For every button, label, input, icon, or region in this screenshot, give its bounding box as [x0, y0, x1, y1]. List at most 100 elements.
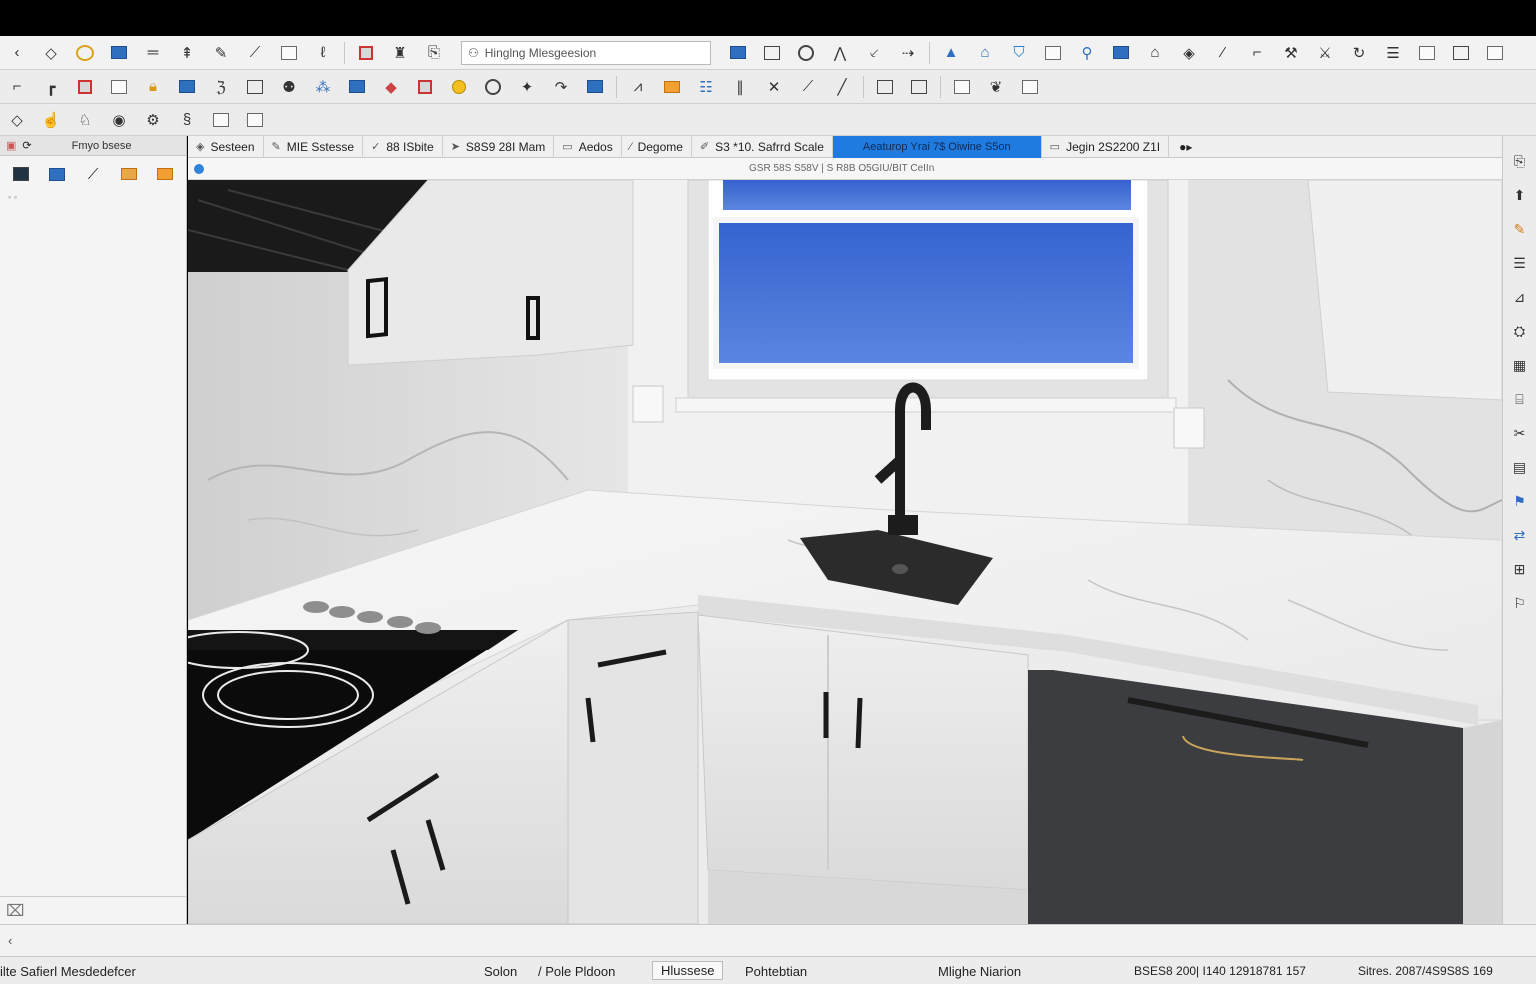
home-icon[interactable]: ⌂	[970, 40, 1000, 66]
status-solon[interactable]: Solon	[484, 964, 517, 979]
tab-8[interactable]: ▭ Jegin 2S2200 Z1I	[1042, 135, 1170, 158]
user-icon[interactable]: ⚑	[1508, 490, 1532, 512]
tag-icon[interactable]: ◆	[376, 74, 406, 100]
panel-icon[interactable]	[1480, 40, 1510, 66]
sun-icon[interactable]	[444, 74, 474, 100]
stop-icon[interactable]	[410, 74, 440, 100]
slope-icon[interactable]: ╱	[827, 74, 857, 100]
wand-icon[interactable]: ⟋	[80, 164, 106, 184]
house-outline-icon[interactable]: ⌂	[1140, 40, 1170, 66]
picture-icon[interactable]	[104, 74, 134, 100]
puzzle-icon[interactable]: ✦	[512, 74, 542, 100]
calculator-icon[interactable]	[1038, 40, 1068, 66]
bucket-icon[interactable]: ⛭	[1508, 320, 1532, 342]
layout-icon[interactable]	[1446, 40, 1476, 66]
chevron-left-icon[interactable]: ‹	[8, 933, 12, 948]
chart-icon[interactable]	[342, 74, 372, 100]
monitor-icon[interactable]	[44, 164, 70, 184]
walk-icon[interactable]: ♘	[70, 107, 100, 133]
lock-icon[interactable]: 🔒︎	[138, 74, 168, 100]
number-icon[interactable]: ℨ	[206, 74, 236, 100]
eraser-icon[interactable]: ◇	[36, 40, 66, 66]
corner-icon[interactable]: ┏	[36, 74, 66, 100]
menu-icon[interactable]: ☰	[1378, 40, 1408, 66]
paint-icon[interactable]: ✎	[206, 40, 236, 66]
notes-icon[interactable]	[1412, 40, 1442, 66]
hand-icon[interactable]: ☝	[36, 107, 66, 133]
users-icon[interactable]: ⚉	[274, 74, 304, 100]
target-icon[interactable]	[791, 40, 821, 66]
clipboard-icon[interactable]: ⎘	[419, 40, 449, 66]
warehouse-icon[interactable]: ▲	[936, 40, 966, 66]
command-line[interactable]: ‹	[0, 924, 1536, 956]
select-icon[interactable]: ⌐	[2, 74, 32, 100]
status-pohtebtian[interactable]: Pohtebtian	[745, 964, 807, 979]
refresh-icon[interactable]: ↻	[1344, 40, 1374, 66]
page-icon[interactable]	[947, 74, 977, 100]
document-icon[interactable]	[351, 40, 381, 66]
table-icon[interactable]: ▤	[1508, 456, 1532, 478]
eraser-icon[interactable]: ⌧	[6, 901, 24, 921]
tab-3[interactable]: ➤ S8S9 28I Mam	[443, 135, 555, 158]
cross-icon[interactable]: ✕	[759, 74, 789, 100]
pin-icon[interactable]: ⸔	[859, 40, 889, 66]
stairs-icon[interactable]: ⩘	[623, 74, 653, 100]
tab-4[interactable]: ▭ Aedos	[554, 135, 622, 158]
compass-icon[interactable]: ⋀	[825, 40, 855, 66]
tab-0[interactable]: ◈ Sesteen	[188, 135, 264, 158]
file-icon[interactable]	[240, 74, 270, 100]
status-mlighe[interactable]: Mlighe Niarion	[938, 964, 1021, 979]
scissors-icon[interactable]: ✂	[1508, 422, 1532, 444]
redo-icon[interactable]: ↷	[546, 74, 576, 100]
flag-icon[interactable]: ⚐	[1508, 592, 1532, 614]
tape-icon[interactable]: ⇢	[893, 40, 923, 66]
tab-overflow-icon[interactable]: ●▸	[1179, 140, 1192, 154]
grid-icon[interactable]	[723, 40, 753, 66]
blank-icon[interactable]	[1015, 74, 1045, 100]
wrench-icon[interactable]: ⚔	[1310, 40, 1340, 66]
export-icon[interactable]	[580, 74, 610, 100]
section-icon[interactable]: ⚙	[138, 107, 168, 133]
photo-icon[interactable]	[1106, 40, 1136, 66]
folder-icon[interactable]: ⌸	[1508, 388, 1532, 410]
arc-icon[interactable]: ℓ	[308, 40, 338, 66]
list-icon[interactable]: ☷	[691, 74, 721, 100]
arrow-up-icon[interactable]: ⬆	[1508, 184, 1532, 206]
layers-icon[interactable]: ☰	[1508, 252, 1532, 274]
parallel-icon[interactable]: ∥	[725, 74, 755, 100]
ruler-icon[interactable]: ⊿	[1508, 286, 1532, 308]
style-icon[interactable]: §	[172, 107, 202, 133]
scene-icon[interactable]	[8, 164, 34, 184]
pencil-icon[interactable]: ✎	[1508, 218, 1532, 240]
rectangle-icon[interactable]	[904, 74, 934, 100]
measure-icon[interactable]: ⟋	[793, 74, 823, 100]
database-icon[interactable]: ⊞	[1508, 558, 1532, 580]
shirt-icon[interactable]: ⛉	[1004, 40, 1034, 66]
leaf-icon[interactable]: ❦	[981, 74, 1011, 100]
status-hussese[interactable]: Hlussese	[652, 961, 724, 980]
shape-icon[interactable]: ◇	[2, 107, 32, 133]
book-icon[interactable]	[70, 74, 100, 100]
search-box[interactable]: ⚇ Hinglng Mlesgeesion	[461, 40, 711, 65]
network-icon[interactable]: ⁂	[308, 74, 338, 100]
tab-5[interactable]: ⁄ Degome	[622, 135, 692, 158]
tab-7[interactable]: Aeaturop Yrai 7$ Oiwine S5on	[832, 135, 1042, 158]
tab-2[interactable]: ✓ 88 ISbite	[363, 135, 443, 158]
tray-open-icon[interactable]	[152, 164, 178, 184]
circle-icon[interactable]	[478, 74, 508, 100]
push-pull-icon[interactable]: ⇞	[172, 40, 202, 66]
monitor-icon[interactable]	[870, 74, 900, 100]
status-pole[interactable]: / Pole Pldoon	[538, 964, 615, 979]
bracket-icon[interactable]: ⌐	[1242, 40, 1272, 66]
frame-icon[interactable]	[757, 40, 787, 66]
tab-1[interactable]: ✎ MIE Sstesse	[264, 135, 364, 158]
grid-icon[interactable]: ▦	[1508, 354, 1532, 376]
table-icon[interactable]	[172, 74, 202, 100]
stamp-icon[interactable]: ♜	[385, 40, 415, 66]
page-icon[interactable]: ⎘	[1508, 150, 1532, 172]
tray-icon[interactable]: ▣	[6, 139, 16, 152]
tree-node-icon[interactable]: ◦ ◦	[8, 192, 186, 202]
rotate-icon[interactable]: ⟋	[240, 40, 270, 66]
collapse-icon[interactable]: ⟳	[22, 139, 31, 152]
look-icon[interactable]: ◉	[104, 107, 134, 133]
